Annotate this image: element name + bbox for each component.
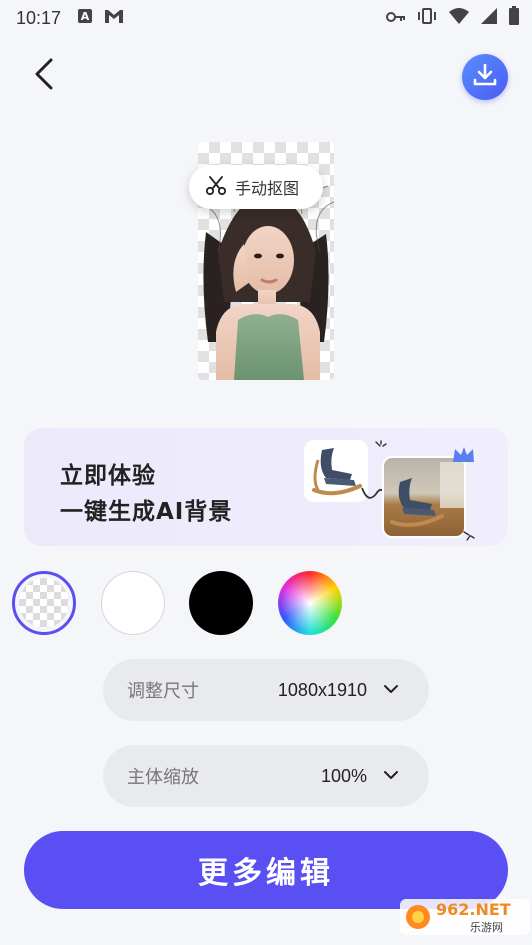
chevron-down-icon (383, 681, 399, 701)
chair-after-thumbnail (382, 456, 466, 538)
ai-background-banner[interactable]: 立即体验 一键生成AI背景 (24, 428, 508, 546)
bg-swatch-white[interactable] (101, 571, 165, 635)
svg-text:A: A (81, 10, 90, 23)
download-button[interactable] (462, 54, 508, 100)
size-setting-value: 1080x1910 (277, 679, 367, 700)
bg-swatch-transparent[interactable] (12, 571, 76, 635)
crown-icon (453, 447, 474, 462)
scale-setting-label: 主体缩放 (127, 767, 199, 788)
ai-banner-subtitle: 一键生成AI背景 (60, 499, 233, 525)
manual-cutout-button[interactable]: 手动抠图 (189, 165, 323, 209)
bg-swatch-color-picker[interactable] (278, 571, 342, 635)
size-setting-label: 调整尺寸 (127, 681, 199, 702)
signal-icon (480, 7, 498, 29)
chair-before-thumbnail (304, 440, 368, 502)
status-time: 10:17 (16, 7, 62, 28)
battery-icon (508, 6, 520, 30)
color-wheel-glow (278, 571, 342, 635)
sparkle-icon (463, 531, 475, 541)
bg-swatch-black[interactable] (189, 571, 253, 635)
back-button[interactable] (24, 56, 64, 96)
scale-setting-value: 100% (320, 765, 367, 786)
scale-setting-dropdown[interactable]: 主体缩放 100% (103, 745, 429, 807)
watermark-logo: 962.NET 乐游网 (400, 895, 530, 939)
key-icon (386, 9, 406, 28)
svg-text:乐游网: 乐游网 (470, 921, 503, 934)
manual-cutout-label: 手动抠图 (235, 179, 300, 198)
chevron-down-icon (383, 767, 399, 787)
scissors-icon (205, 174, 227, 200)
status-bar: 10:17 A (0, 0, 532, 36)
more-edit-label: 更多编辑 (198, 856, 334, 891)
sparkle-icon (375, 440, 387, 447)
svg-text:962.NET: 962.NET (436, 900, 511, 919)
back-arrow-icon (33, 57, 55, 95)
a-notification-icon: A (77, 8, 93, 28)
wifi-icon (448, 7, 470, 29)
size-setting-dropdown[interactable]: 调整尺寸 1080x1910 (103, 659, 429, 721)
vibrate-icon (416, 7, 438, 29)
ai-banner-title: 立即体验 (60, 463, 156, 489)
transparent-pattern (19, 578, 69, 628)
download-icon (472, 62, 498, 92)
gmail-icon (103, 7, 125, 29)
